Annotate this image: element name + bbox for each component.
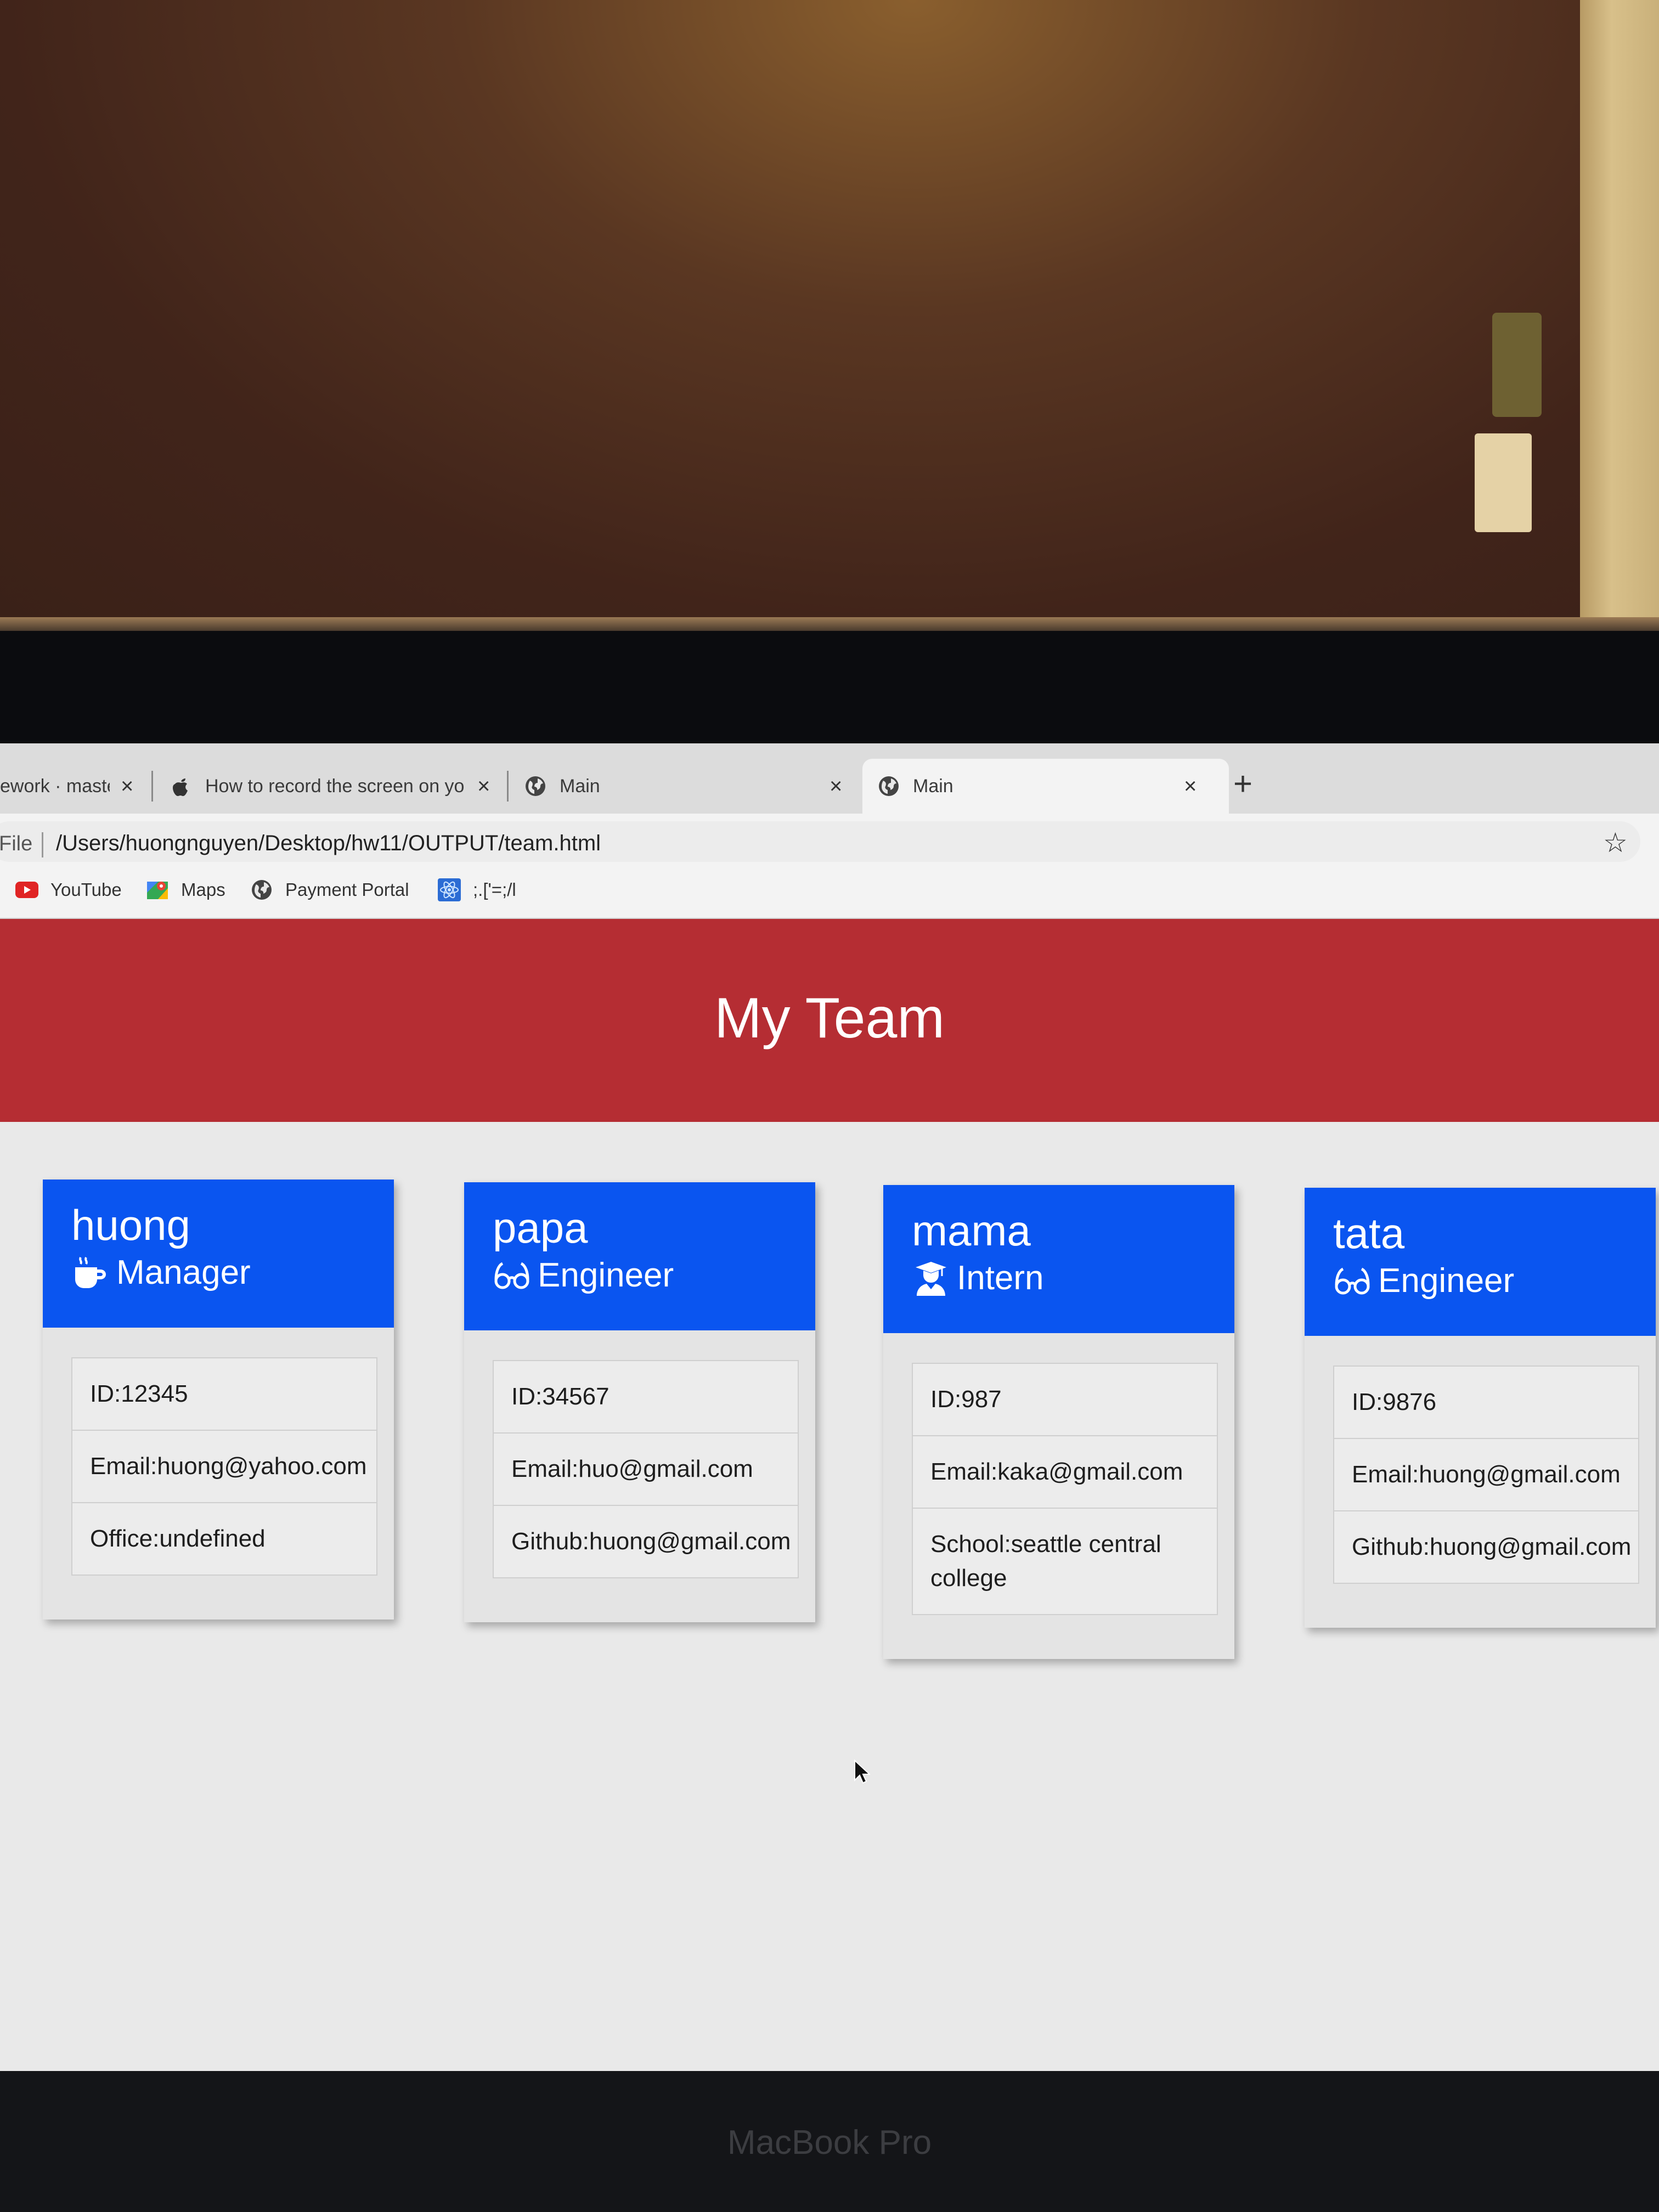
employee-name: papa <box>493 1204 588 1252</box>
graduate-icon <box>912 1259 950 1297</box>
card-header: tata Engineer <box>1305 1188 1656 1336</box>
toolbar: File /Users/huongnguyen/Desktop/hw11/OUT… <box>0 814 1659 868</box>
page-header: My Team <box>0 919 1659 1122</box>
coffee-icon <box>71 1254 110 1292</box>
react-icon <box>438 878 461 901</box>
tab-github[interactable]: ework · maste × <box>0 759 143 814</box>
employee-card: mama Intern ID:987 Email:kaka@gmail.com … <box>883 1185 1234 1659</box>
globe-icon <box>878 775 900 797</box>
employee-name: huong <box>71 1201 190 1249</box>
card-body: ID:987 Email:kaka@gmail.com School:seatt… <box>883 1333 1234 1659</box>
card-body: ID:34567 Email:huo@gmail.com Github:huon… <box>464 1330 815 1622</box>
card-header: huong Manager <box>43 1180 394 1328</box>
info-list: ID:34567 Email:huo@gmail.com Github:huon… <box>493 1360 799 1578</box>
role-label: Intern <box>957 1259 1044 1297</box>
employee-email[interactable]: Email:huong@yahoo.com <box>72 1430 376 1502</box>
tab-title: ework · maste <box>0 775 110 797</box>
tab-strip: ework · maste × How to record the screen… <box>0 743 1659 814</box>
bookmark-label: Payment Portal <box>285 879 409 900</box>
employee-card: huong Manager ID:12345 Email:huong@yahoo… <box>43 1180 394 1620</box>
bookmark-react[interactable]: ;.['=;/l <box>438 878 516 901</box>
info-list: ID:9876 Email:huong@gmail.com Github:huo… <box>1333 1365 1639 1584</box>
address-bar[interactable]: File /Users/huongnguyen/Desktop/hw11/OUT… <box>0 821 1640 862</box>
employee-email[interactable]: Email:kaka@gmail.com <box>913 1435 1217 1508</box>
laptop-brand-label: MacBook Pro <box>727 2124 932 2162</box>
door-frame <box>1580 0 1659 631</box>
card-body: ID:9876 Email:huong@gmail.com Github:huo… <box>1305 1336 1656 1628</box>
employee-id: ID:9876 <box>1352 1389 1437 1415</box>
tab-title: How to record the screen on yo <box>205 775 465 797</box>
wall-background <box>0 0 1659 625</box>
apple-icon <box>170 775 192 797</box>
tab-title: Main <box>913 775 953 797</box>
globe-icon <box>524 775 546 797</box>
employee-id: ID:34567 <box>511 1383 610 1410</box>
employee-id: ID:12345 <box>90 1380 188 1407</box>
bookmark-maps[interactable]: Maps <box>146 878 225 901</box>
employee-school: School:seattle central college <box>913 1508 1217 1614</box>
card-body: ID:12345 Email:huong@yahoo.com Office:un… <box>43 1328 394 1620</box>
tab-main[interactable]: Main × <box>524 759 854 814</box>
employee-card: tata Engineer ID:9876 Email:huong@gmail.… <box>1305 1188 1656 1628</box>
employee-email[interactable]: Email:huo@gmail.com <box>494 1432 798 1505</box>
light-switch-plate <box>1475 433 1532 532</box>
glasses-icon <box>493 1256 531 1295</box>
globe-icon <box>250 878 273 901</box>
maps-icon <box>146 878 169 901</box>
employee-name: tata <box>1333 1209 1405 1257</box>
youtube-icon <box>15 878 38 901</box>
employee-role: Manager <box>71 1253 394 1292</box>
door-hinge-plate <box>1492 313 1542 417</box>
role-label: Engineer <box>1378 1262 1515 1300</box>
bookmark-label: Maps <box>181 879 225 900</box>
employee-name: mama <box>912 1206 1031 1255</box>
new-tab-button[interactable]: + <box>1233 768 1252 800</box>
bookmarks-bar: YouTube Maps Payment Portal ;.['=;/l <box>0 868 1659 919</box>
address-separator <box>42 832 43 857</box>
employee-github[interactable]: Github:huong@gmail.com <box>494 1505 798 1577</box>
employee-role: Engineer <box>493 1256 815 1295</box>
role-label: Manager <box>116 1254 251 1291</box>
card-header: mama Intern <box>883 1185 1234 1333</box>
employee-id: ID:987 <box>930 1386 1002 1413</box>
page-content: My Team huong Manager ID:12345 Email:huo… <box>0 919 1659 2071</box>
employee-email[interactable]: Email:huong@gmail.com <box>1334 1438 1638 1510</box>
tab-separator <box>151 771 153 802</box>
scheme-label: File <box>0 832 33 855</box>
tab-separator <box>507 771 509 802</box>
close-icon[interactable]: × <box>830 774 842 799</box>
tab-main-active[interactable]: Main × <box>862 759 1229 814</box>
employee-role: Intern <box>912 1259 1234 1297</box>
bookmark-label: YouTube <box>50 879 122 900</box>
url-text[interactable]: /Users/huongnguyen/Desktop/hw11/OUTPUT/t… <box>56 831 601 856</box>
employee-office: Office:undefined <box>72 1502 376 1575</box>
info-list: ID:987 Email:kaka@gmail.com School:seatt… <box>912 1363 1218 1615</box>
bookmark-payment-portal[interactable]: Payment Portal <box>250 878 409 901</box>
bookmark-label: ;.['=;/l <box>473 879 516 900</box>
tab-how-to-record[interactable]: How to record the screen on yo × <box>170 759 499 814</box>
card-header: papa Engineer <box>464 1182 815 1330</box>
page-title: My Team <box>714 986 945 1050</box>
glasses-icon <box>1333 1262 1372 1300</box>
browser-window: ework · maste × How to record the screen… <box>0 743 1659 2071</box>
bookmark-youtube[interactable]: YouTube <box>15 878 122 901</box>
mouse-cursor-icon <box>854 1759 871 1787</box>
info-list: ID:12345 Email:huong@yahoo.com Office:un… <box>71 1357 377 1576</box>
star-icon[interactable]: ☆ <box>1603 827 1628 859</box>
close-icon[interactable]: × <box>1184 774 1197 799</box>
employee-role: Engineer <box>1333 1261 1656 1300</box>
employee-card: papa Engineer ID:34567 Email:huo@gmail.c… <box>464 1182 815 1622</box>
close-icon[interactable]: × <box>477 774 490 799</box>
close-icon[interactable]: × <box>121 774 133 799</box>
role-label: Engineer <box>538 1256 674 1294</box>
employee-github[interactable]: Github:huong@gmail.com <box>1334 1510 1638 1583</box>
tab-title: Main <box>560 775 600 797</box>
